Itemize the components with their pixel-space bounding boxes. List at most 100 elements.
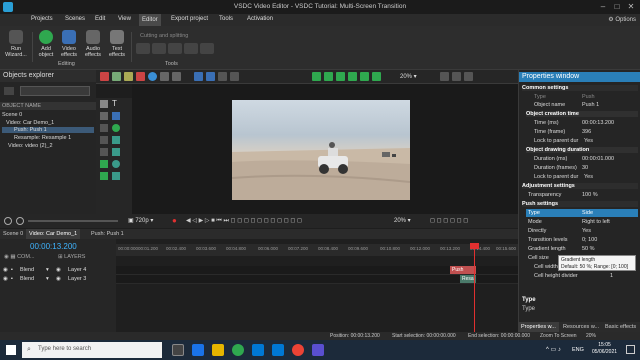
remove-icon[interactable] [100, 72, 109, 81]
layer-down-icon[interactable] [206, 72, 215, 81]
move-icon[interactable] [124, 72, 133, 81]
chrome-2-icon[interactable] [292, 344, 304, 356]
transparency-value[interactable]: 100 % [582, 192, 598, 198]
audio-effects-button[interactable]: Audio effects [82, 30, 104, 58]
browser-edge-icon[interactable] [192, 344, 204, 356]
menu-projects[interactable]: Projects [28, 16, 56, 22]
file-explorer-icon[interactable] [212, 344, 224, 356]
tab-video-car-demo[interactable]: Video: Car Demo_1 [26, 229, 81, 239]
menu-edit[interactable]: Edit [92, 16, 108, 22]
push-settings-header[interactable]: Push settings [522, 201, 638, 207]
shape-icon[interactable] [100, 112, 108, 120]
options-button[interactable]: ⚙ Options [608, 16, 636, 23]
tree-item-push[interactable]: Push: Push 1 [2, 127, 94, 133]
tree-item-scene[interactable]: Scene 0 [2, 112, 22, 118]
layer-visibility-icon[interactable]: ◉ [56, 276, 61, 282]
line-icon[interactable] [100, 136, 108, 144]
delete-icon[interactable] [136, 72, 145, 81]
tab-basic-effects[interactable]: Basic effects [602, 322, 639, 332]
arrow-up-2-icon[interactable] [324, 72, 333, 81]
audio-icon[interactable] [100, 148, 108, 156]
objects-search-input[interactable] [20, 86, 90, 96]
mode-value[interactable]: Right to left [582, 219, 610, 225]
zoom-out-icon[interactable] [464, 72, 473, 81]
tab-push[interactable]: Push: Push 1 [88, 229, 127, 239]
cut-tool[interactable] [136, 43, 150, 54]
drawing-duration-header[interactable]: Object drawing duration [526, 147, 638, 153]
transition-levels-value[interactable]: 0; 100 [582, 237, 597, 243]
timeline-zoom-slider[interactable] [28, 220, 118, 222]
adjustment-header[interactable]: Adjustment settings [522, 183, 638, 189]
menu-scenes[interactable]: Scenes [62, 16, 88, 22]
lock-icon[interactable]: ▪ [11, 267, 13, 273]
layer-up-icon[interactable] [194, 72, 203, 81]
taskbar-search-input[interactable]: Type here to search [22, 342, 162, 358]
zoom-in-timeline-icon[interactable] [16, 217, 24, 225]
snap-icon[interactable] [230, 72, 239, 81]
store-icon[interactable] [252, 344, 264, 356]
menu-export-project[interactable]: Export project [168, 16, 211, 22]
more-tool[interactable] [200, 43, 214, 54]
sprite-icon[interactable] [100, 160, 108, 168]
status-zoom-label[interactable]: Zoom To Screen [540, 333, 577, 339]
common-settings-header[interactable]: Common settings [522, 85, 638, 91]
mail-icon[interactable] [272, 344, 284, 356]
playhead-handle[interactable] [470, 243, 479, 249]
menu-editor[interactable]: Editor [139, 14, 161, 26]
image-icon[interactable] [100, 124, 108, 132]
tab-resources-window[interactable]: Resources w... [560, 322, 602, 332]
push-type-value[interactable]: Side [582, 210, 593, 216]
grid-icon[interactable] [218, 72, 227, 81]
record-icon[interactable]: ● [172, 216, 177, 225]
maximize-icon[interactable]: □ [610, 2, 624, 12]
subtitle-icon[interactable] [112, 148, 120, 156]
push-clip[interactable]: Push [450, 266, 476, 274]
duration-frames-value[interactable]: 30 [582, 165, 588, 171]
text-tool-icon[interactable]: T [112, 100, 120, 108]
cell-height-value[interactable]: 1 [610, 273, 613, 279]
directly-value[interactable]: Yes [582, 228, 591, 234]
layer-row[interactable]: ◉ ▪ Blend ▾ ◉ Layer 4 [0, 266, 116, 275]
layer-blend[interactable]: Blend [20, 267, 34, 273]
align-right-icon[interactable] [372, 72, 381, 81]
preview-zoom-select[interactable]: 20% ▾ [394, 217, 411, 224]
tab-properties-window[interactable]: Properties w... [518, 322, 559, 332]
zoom-out-timeline-icon[interactable] [4, 217, 12, 225]
layer-blend[interactable]: Blend [20, 276, 34, 282]
resize-icon[interactable] [172, 72, 181, 81]
lock-parent-value[interactable]: Yes [584, 138, 593, 144]
arrow-up-icon[interactable] [312, 72, 321, 81]
video-effects-button[interactable]: Video effects [58, 30, 80, 58]
eye-icon[interactable]: ◉ [3, 276, 8, 282]
animation-icon[interactable] [100, 172, 108, 180]
transport-controls[interactable]: ◀ ◁ ▶ ▷ ■ ⏮ ⏭ ◻ ◻ ◻ ◻ ◻ ◻ ◻ ◻ ◻ ◻ ◻ [186, 217, 302, 225]
crop-tool[interactable] [168, 43, 182, 54]
close-icon[interactable]: ✕ [624, 2, 638, 12]
layer-visibility-icon[interactable]: ◉ [56, 267, 61, 273]
taskbar-clock[interactable]: 15:05 05/06/2021 [592, 342, 617, 356]
system-tray[interactable]: ^ ▭ ♪ [546, 346, 561, 353]
pointer-icon[interactable] [100, 100, 108, 108]
arrow-down-icon[interactable] [336, 72, 345, 81]
text-effects-button[interactable]: Text effects [106, 30, 128, 58]
blend-dropdown-icon[interactable]: ▾ [46, 276, 49, 282]
windows-start-icon[interactable] [6, 345, 16, 355]
gradient-length-value[interactable]: 50 % [582, 246, 595, 252]
menu-view[interactable]: View [115, 16, 134, 22]
lock-parent-2-value[interactable]: Yes [584, 174, 593, 180]
tree-item-resample[interactable]: Resample: Resample 1 [14, 135, 71, 141]
view-controls[interactable]: ◻ ◻ ◻ ◻ ◻ ◻ [430, 217, 468, 224]
menu-activation[interactable]: Activation [244, 16, 276, 22]
fit-icon[interactable] [440, 72, 449, 81]
time-ms-value[interactable]: 00:00:13.200 [582, 120, 614, 126]
tab-scene-0[interactable]: Scene 0 [0, 229, 26, 239]
language-indicator[interactable]: ENG [572, 347, 584, 353]
circle-icon[interactable] [112, 160, 120, 168]
tree-item-video-car-demo[interactable]: Video: Car Demo_1 [6, 120, 54, 126]
video-frame[interactable] [232, 100, 410, 200]
eye-icon[interactable]: ◉ [3, 267, 8, 273]
run-wizard-button[interactable]: Run Wizard... [4, 30, 28, 58]
duration-ms-value[interactable]: 00:00:01.000 [582, 156, 614, 162]
creation-time-header[interactable]: Object creation time [526, 111, 638, 117]
vsdc-taskbar-icon[interactable] [312, 344, 324, 356]
